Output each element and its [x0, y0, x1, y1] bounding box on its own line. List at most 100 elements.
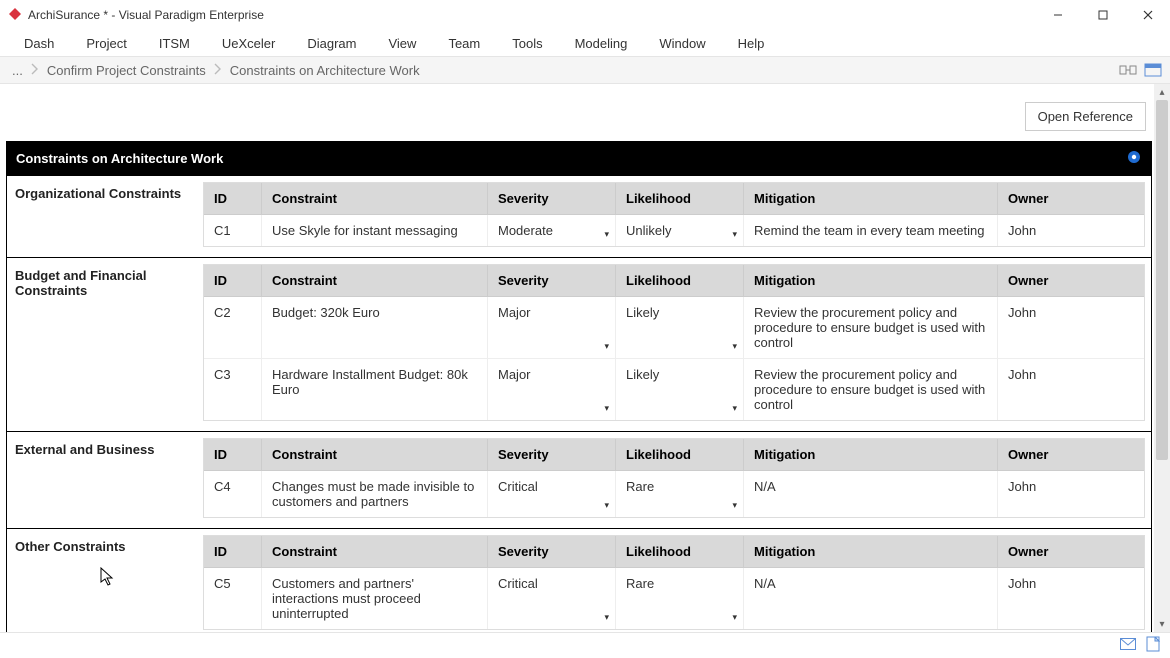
col-header-constraint: Constraint — [262, 536, 488, 568]
cell-constraint[interactable]: Changes must be made invisible to custom… — [262, 471, 488, 517]
cell-severity[interactable]: Major▾ — [488, 359, 616, 420]
col-header-likelihood: Likelihood — [616, 439, 744, 471]
cell-owner[interactable]: John — [998, 215, 1144, 246]
menu-item-uexceler[interactable]: UeXceler — [206, 32, 291, 55]
dropdown-arrow-icon[interactable]: ▾ — [604, 500, 609, 511]
dropdown-arrow-icon[interactable]: ▾ — [604, 403, 609, 414]
table-row: C1Use Skyle for instant messagingModerat… — [204, 215, 1144, 246]
menu-item-project[interactable]: Project — [70, 32, 142, 55]
diagram-toolbar-icon[interactable] — [1118, 62, 1138, 78]
dropdown-arrow-icon[interactable]: ▾ — [732, 500, 737, 511]
section-label: Other Constraints — [7, 529, 203, 632]
section-body: IDConstraintSeverityLikelihoodMitigation… — [203, 176, 1151, 257]
cell-owner[interactable]: John — [998, 359, 1144, 420]
cell-severity[interactable]: Major▾ — [488, 297, 616, 359]
dropdown-arrow-icon[interactable]: ▾ — [732, 612, 737, 623]
menu-item-team[interactable]: Team — [432, 32, 496, 55]
app-logo-icon — [8, 7, 22, 24]
section-row: Budget and Financial ConstraintsIDConstr… — [7, 258, 1151, 432]
breadcrumb-bar: ... Confirm Project Constraints Constrai… — [0, 56, 1170, 84]
cell-id[interactable]: C4 — [204, 471, 262, 517]
scroll-up-icon[interactable]: ▴ — [1154, 84, 1170, 100]
panel-toolbar-icon[interactable] — [1144, 62, 1162, 78]
dropdown-arrow-icon[interactable]: ▾ — [604, 229, 609, 240]
col-header-likelihood: Likelihood — [616, 183, 744, 215]
page-title-bar: Constraints on Architecture Work — [6, 141, 1152, 176]
col-header-owner: Owner — [998, 265, 1144, 297]
cell-mitigation[interactable]: Review the procurement policy and proced… — [744, 359, 998, 420]
cell-severity[interactable]: Critical▾ — [488, 471, 616, 517]
cell-owner[interactable]: John — [998, 297, 1144, 359]
section-label: Budget and Financial Constraints — [7, 258, 203, 431]
cell-id[interactable]: C1 — [204, 215, 262, 246]
cell-likelihood[interactable]: Likely▾ — [616, 359, 744, 420]
menu-item-modeling[interactable]: Modeling — [559, 32, 644, 55]
cell-id[interactable]: C2 — [204, 297, 262, 359]
maximize-button[interactable] — [1080, 0, 1125, 30]
open-reference-button[interactable]: Open Reference — [1025, 102, 1146, 131]
table-row: C3Hardware Installment Budget: 80k EuroM… — [204, 359, 1144, 420]
cell-constraint[interactable]: Use Skyle for instant messaging — [262, 215, 488, 246]
menu-item-window[interactable]: Window — [643, 32, 721, 55]
col-header-mitigation: Mitigation — [744, 265, 998, 297]
cell-constraint[interactable]: Hardware Installment Budget: 80k Euro — [262, 359, 488, 420]
cell-mitigation[interactable]: N/A — [744, 471, 998, 517]
dropdown-arrow-icon[interactable]: ▾ — [732, 341, 737, 352]
breadcrumb-item-2[interactable]: Constraints on Architecture Work — [224, 63, 426, 78]
section-label: External and Business — [7, 432, 203, 528]
page-title: Constraints on Architecture Work — [16, 151, 223, 166]
minimize-button[interactable] — [1035, 0, 1080, 30]
dropdown-arrow-icon[interactable]: ▾ — [604, 341, 609, 352]
col-header-id: ID — [204, 536, 262, 568]
col-header-constraint: Constraint — [262, 439, 488, 471]
chevron-right-icon — [214, 62, 222, 79]
menu-item-dash[interactable]: Dash — [8, 32, 70, 55]
cell-severity[interactable]: Moderate▾ — [488, 215, 616, 246]
section-body: IDConstraintSeverityLikelihoodMitigation… — [203, 258, 1151, 431]
menubar: DashProjectITSMUeXcelerDiagramViewTeamTo… — [0, 30, 1170, 56]
table-row: C4Changes must be made invisible to cust… — [204, 471, 1144, 517]
col-header-constraint: Constraint — [262, 265, 488, 297]
menu-item-itsm[interactable]: ITSM — [143, 32, 206, 55]
cell-likelihood[interactable]: Rare▾ — [616, 471, 744, 517]
col-header-severity: Severity — [488, 183, 616, 215]
col-header-constraint: Constraint — [262, 183, 488, 215]
cell-likelihood[interactable]: Rare▾ — [616, 568, 744, 629]
menu-item-tools[interactable]: Tools — [496, 32, 558, 55]
col-header-owner: Owner — [998, 183, 1144, 215]
scroll-down-icon[interactable]: ▾ — [1154, 616, 1170, 632]
cell-severity[interactable]: Critical▾ — [488, 568, 616, 629]
breadcrumb-item-1[interactable]: Confirm Project Constraints — [41, 63, 212, 78]
cell-mitigation[interactable]: Remind the team in every team meeting — [744, 215, 998, 246]
cell-mitigation[interactable]: Review the procurement policy and proced… — [744, 297, 998, 359]
col-header-mitigation: Mitigation — [744, 183, 998, 215]
cell-owner[interactable]: John — [998, 568, 1144, 629]
vertical-scrollbar[interactable]: ▴ ▾ — [1154, 84, 1170, 632]
col-header-owner: Owner — [998, 536, 1144, 568]
menu-item-view[interactable]: View — [372, 32, 432, 55]
mail-icon[interactable] — [1120, 638, 1136, 653]
menu-item-help[interactable]: Help — [722, 32, 781, 55]
location-pin-icon[interactable] — [1126, 149, 1142, 168]
cell-likelihood[interactable]: Unlikely▾ — [616, 215, 744, 246]
menu-item-diagram[interactable]: Diagram — [291, 32, 372, 55]
close-button[interactable] — [1125, 0, 1170, 30]
constraints-table: IDConstraintSeverityLikelihoodMitigation… — [203, 264, 1145, 421]
dropdown-arrow-icon[interactable]: ▾ — [604, 612, 609, 623]
cell-constraint[interactable]: Budget: 320k Euro — [262, 297, 488, 359]
cell-id[interactable]: C5 — [204, 568, 262, 629]
cell-id[interactable]: C3 — [204, 359, 262, 420]
cell-mitigation[interactable]: N/A — [744, 568, 998, 629]
note-icon[interactable] — [1146, 636, 1160, 655]
cell-likelihood[interactable]: Likely▾ — [616, 297, 744, 359]
dropdown-arrow-icon[interactable]: ▾ — [732, 403, 737, 414]
cell-constraint[interactable]: Customers and partners' interactions mus… — [262, 568, 488, 629]
scrollbar-thumb[interactable] — [1156, 100, 1168, 460]
cell-owner[interactable]: John — [998, 471, 1144, 517]
dropdown-arrow-icon[interactable]: ▾ — [732, 229, 737, 240]
titlebar: ArchiSurance * - Visual Paradigm Enterpr… — [0, 0, 1170, 30]
section-row: Other ConstraintsIDConstraintSeverityLik… — [7, 529, 1151, 632]
constraints-table: IDConstraintSeverityLikelihoodMitigation… — [203, 438, 1145, 518]
breadcrumb-root[interactable]: ... — [6, 63, 29, 78]
col-header-id: ID — [204, 265, 262, 297]
